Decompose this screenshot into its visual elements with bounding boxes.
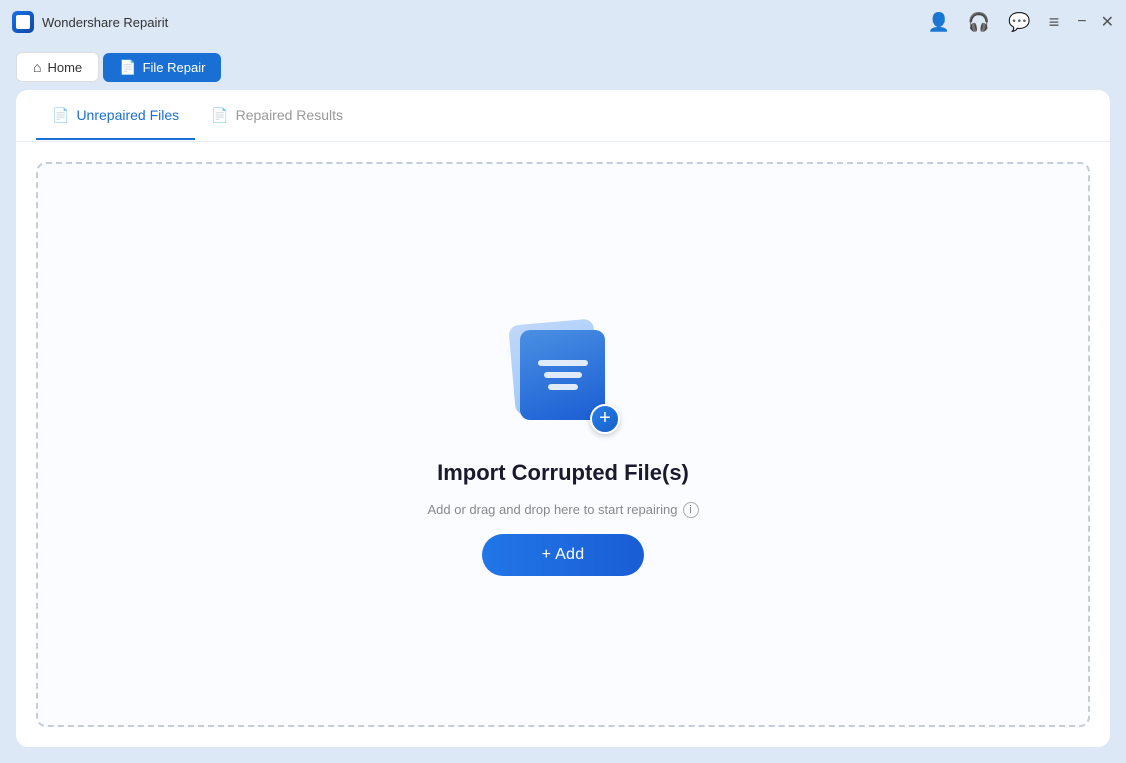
title-bar: Wondershare Repairit 👤 🎧 💬 ≡ − ✕ [0, 0, 1126, 44]
app-title: Wondershare Repairit [42, 15, 168, 30]
nav-tab-file-repair[interactable]: 📄 File Repair [103, 53, 221, 82]
unrepaired-tab-icon: 📄 [52, 107, 69, 124]
sub-tab-unrepaired[interactable]: 📄 Unrepaired Files [36, 93, 195, 140]
file-line-2 [544, 372, 582, 378]
nav-tab-home-label: Home [47, 60, 82, 75]
close-button[interactable]: ✕ [1101, 12, 1114, 32]
sub-tab-repaired-label: Repaired Results [236, 107, 343, 123]
file-line-1 [538, 360, 588, 366]
nav-tab-home[interactable]: ⌂ Home [16, 52, 99, 82]
sub-tab-repaired[interactable]: 📄 Repaired Results [195, 93, 359, 140]
menu-icon[interactable]: ≡ [1049, 13, 1060, 31]
title-bar-controls: 👤 🎧 💬 ≡ − ✕ [927, 12, 1114, 32]
drop-zone-title: Import Corrupted File(s) [437, 460, 689, 486]
file-card-front [520, 330, 605, 420]
title-bar-left: Wondershare Repairit [12, 11, 168, 33]
file-illustration: + [498, 314, 628, 444]
app-icon [12, 11, 34, 33]
main-container: 📄 Unrepaired Files 📄 Repaired Results + … [16, 90, 1110, 747]
home-icon: ⌂ [33, 59, 41, 75]
account-icon[interactable]: 👤 [927, 13, 949, 31]
minimize-button[interactable]: − [1077, 13, 1086, 31]
sub-tabs: 📄 Unrepaired Files 📄 Repaired Results [16, 90, 1110, 142]
file-line-3 [548, 384, 578, 390]
add-button[interactable]: + Add [482, 534, 645, 576]
sub-tab-unrepaired-label: Unrepaired Files [76, 107, 179, 123]
drop-zone-subtitle: Add or drag and drop here to start repai… [427, 502, 698, 518]
drop-zone[interactable]: + Import Corrupted File(s) Add or drag a… [36, 162, 1090, 727]
window-controls: − ✕ [1077, 12, 1114, 32]
plus-badge: + [590, 404, 620, 434]
file-repair-icon: 📄 [119, 59, 136, 76]
nav-tab-file-repair-label: File Repair [143, 60, 206, 75]
drop-zone-subtitle-text: Add or drag and drop here to start repai… [427, 502, 677, 517]
chat-icon[interactable]: 💬 [1008, 13, 1030, 31]
info-icon[interactable]: i [683, 502, 699, 518]
nav-bar: ⌂ Home 📄 File Repair [0, 44, 1126, 90]
headphone-icon[interactable]: 🎧 [968, 13, 990, 31]
repaired-tab-icon: 📄 [211, 107, 228, 124]
